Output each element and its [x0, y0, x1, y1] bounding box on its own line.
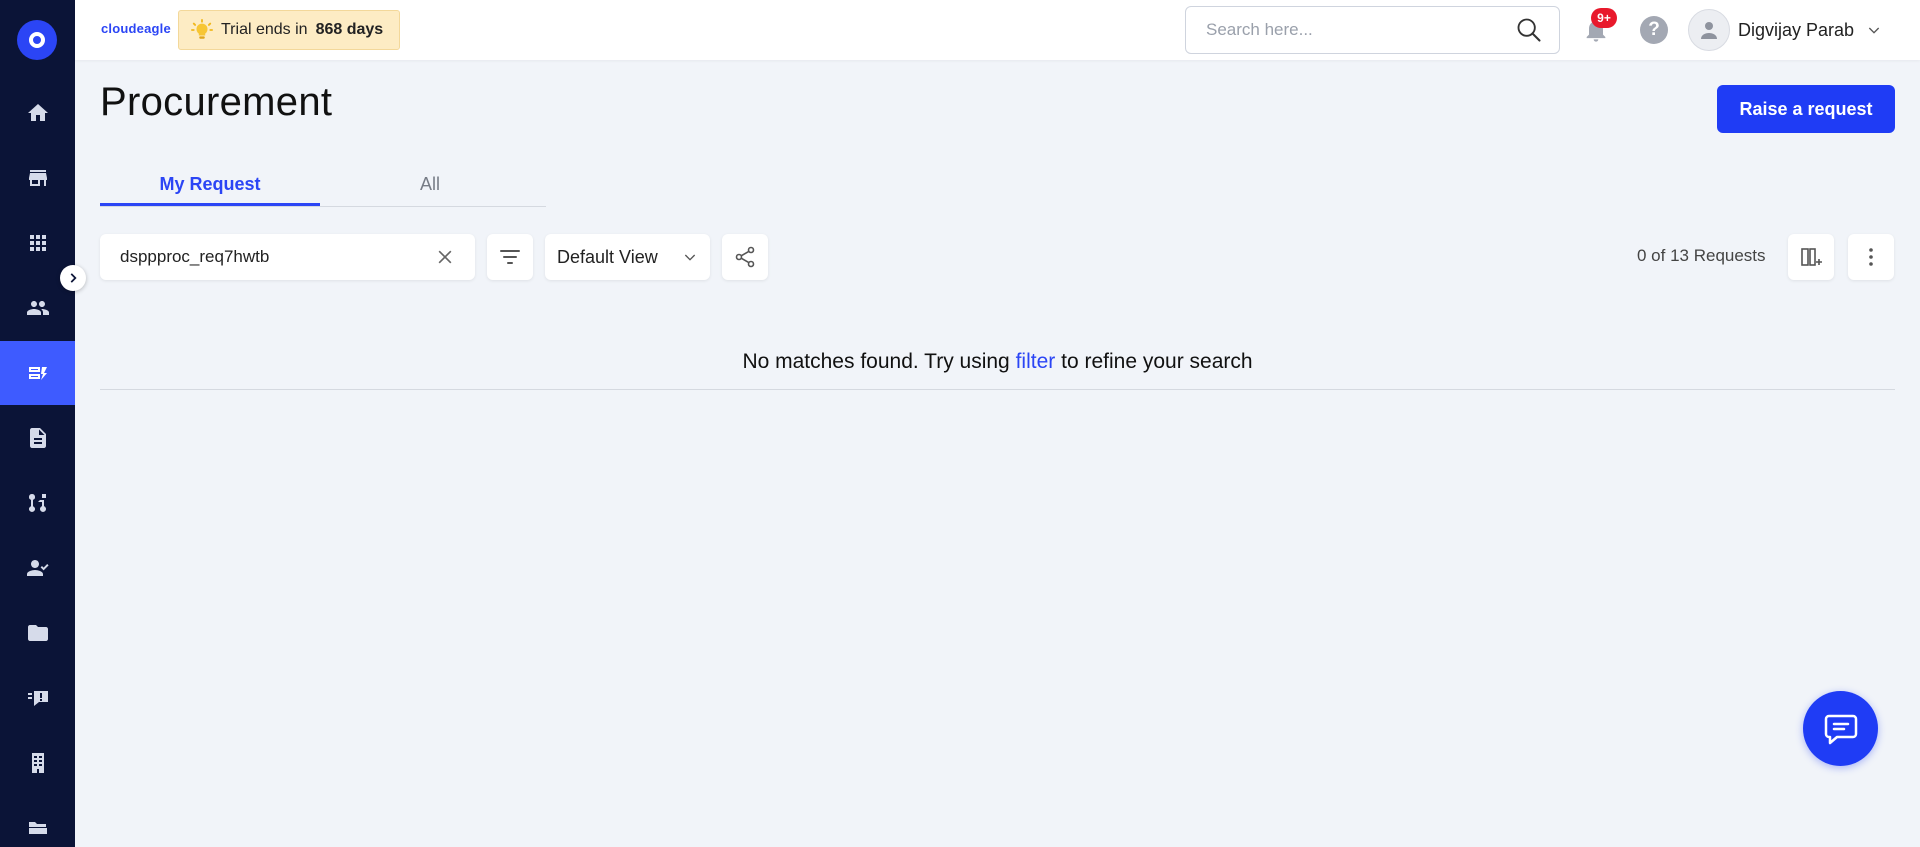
user-avatar-icon — [1701, 22, 1717, 39]
home-icon — [27, 104, 48, 121]
empty-state-message: No matches found. Try using filter to re… — [100, 350, 1895, 374]
more-vertical-icon — [1869, 248, 1873, 266]
sidebar — [0, 0, 75, 847]
request-search[interactable] — [100, 234, 475, 280]
folder-open-icon — [28, 822, 47, 834]
tab-all[interactable]: All — [320, 165, 540, 206]
view-selector[interactable]: Default View — [545, 234, 710, 280]
divider — [100, 389, 1895, 390]
top-bar: cloudeagle Trial ends in 868 days 9+ ? Di… — [75, 0, 1920, 60]
request-search-input[interactable] — [120, 247, 435, 267]
request-count: 0 of 13 Requests — [1637, 246, 1766, 265]
share-icon — [735, 246, 755, 268]
share-button[interactable] — [722, 234, 768, 280]
page-title: Procurement — [100, 80, 333, 124]
lightbulb-icon — [191, 19, 213, 39]
user-name: Digvijay Parab — [1738, 19, 1855, 40]
tab-my-request[interactable]: My Request — [100, 165, 320, 206]
procurement-icon — [28, 367, 47, 380]
users-icon — [26, 301, 49, 315]
global-search[interactable] — [1185, 6, 1560, 54]
folder-icon — [27, 625, 48, 641]
app-logo[interactable] — [17, 20, 57, 60]
chevron-down-icon — [1868, 27, 1880, 34]
request-tabs: My Request All — [100, 165, 546, 207]
chat-support-button[interactable] — [1803, 691, 1878, 766]
feedback-icon — [27, 691, 48, 706]
raise-request-button[interactable]: Raise a request — [1717, 85, 1895, 133]
chevron-right-icon — [70, 273, 77, 283]
sidebar-item-files[interactable] — [0, 601, 75, 665]
sidebar-item-home[interactable] — [0, 81, 75, 145]
brand-logo[interactable]: cloudeagle — [101, 21, 171, 36]
sidebar-item-vendors[interactable] — [0, 731, 75, 795]
sidebar-expand-toggle[interactable] — [60, 265, 86, 291]
sidebar-item-apps[interactable] — [0, 211, 75, 275]
help-icon[interactable]: ? — [1640, 16, 1668, 44]
sidebar-item-workflows[interactable] — [0, 471, 75, 535]
document-icon — [29, 428, 46, 448]
view-selector-label: Default View — [557, 246, 658, 267]
filter-link[interactable]: filter — [1016, 350, 1056, 373]
empty-prefix: No matches found. Try using — [742, 350, 1010, 373]
trial-days: 868 days — [315, 21, 384, 38]
building-icon — [31, 753, 44, 773]
trial-prefix: Trial ends in — [221, 21, 308, 38]
columns-button[interactable] — [1788, 234, 1834, 280]
workflow-icon — [28, 494, 46, 513]
chevron-down-icon — [684, 254, 696, 261]
sidebar-item-procurement[interactable] — [0, 341, 75, 405]
search-icon[interactable] — [1515, 16, 1543, 44]
sidebar-item-feedback[interactable] — [0, 666, 75, 730]
chat-icon — [1824, 714, 1857, 744]
apps-grid-icon — [29, 235, 46, 251]
sidebar-item-store[interactable] — [0, 146, 75, 210]
columns-add-icon — [1801, 248, 1822, 266]
close-icon[interactable] — [435, 247, 455, 267]
global-search-input[interactable] — [1206, 20, 1515, 40]
trial-banner: Trial ends in 868 days — [178, 10, 400, 50]
store-icon — [28, 170, 47, 186]
filter-button[interactable] — [487, 234, 533, 280]
empty-suffix: to refine your search — [1061, 350, 1253, 373]
sidebar-item-documents[interactable] — [0, 406, 75, 470]
sidebar-item-archive[interactable] — [0, 796, 75, 847]
user-check-icon — [26, 560, 49, 576]
sidebar-item-user-access[interactable] — [0, 536, 75, 600]
user-menu[interactable]: Digvijay Parab — [1688, 9, 1882, 51]
avatar — [1688, 9, 1730, 51]
filter-icon — [500, 250, 520, 264]
more-options-button[interactable] — [1848, 234, 1894, 280]
notification-badge: 9+ — [1591, 8, 1617, 28]
